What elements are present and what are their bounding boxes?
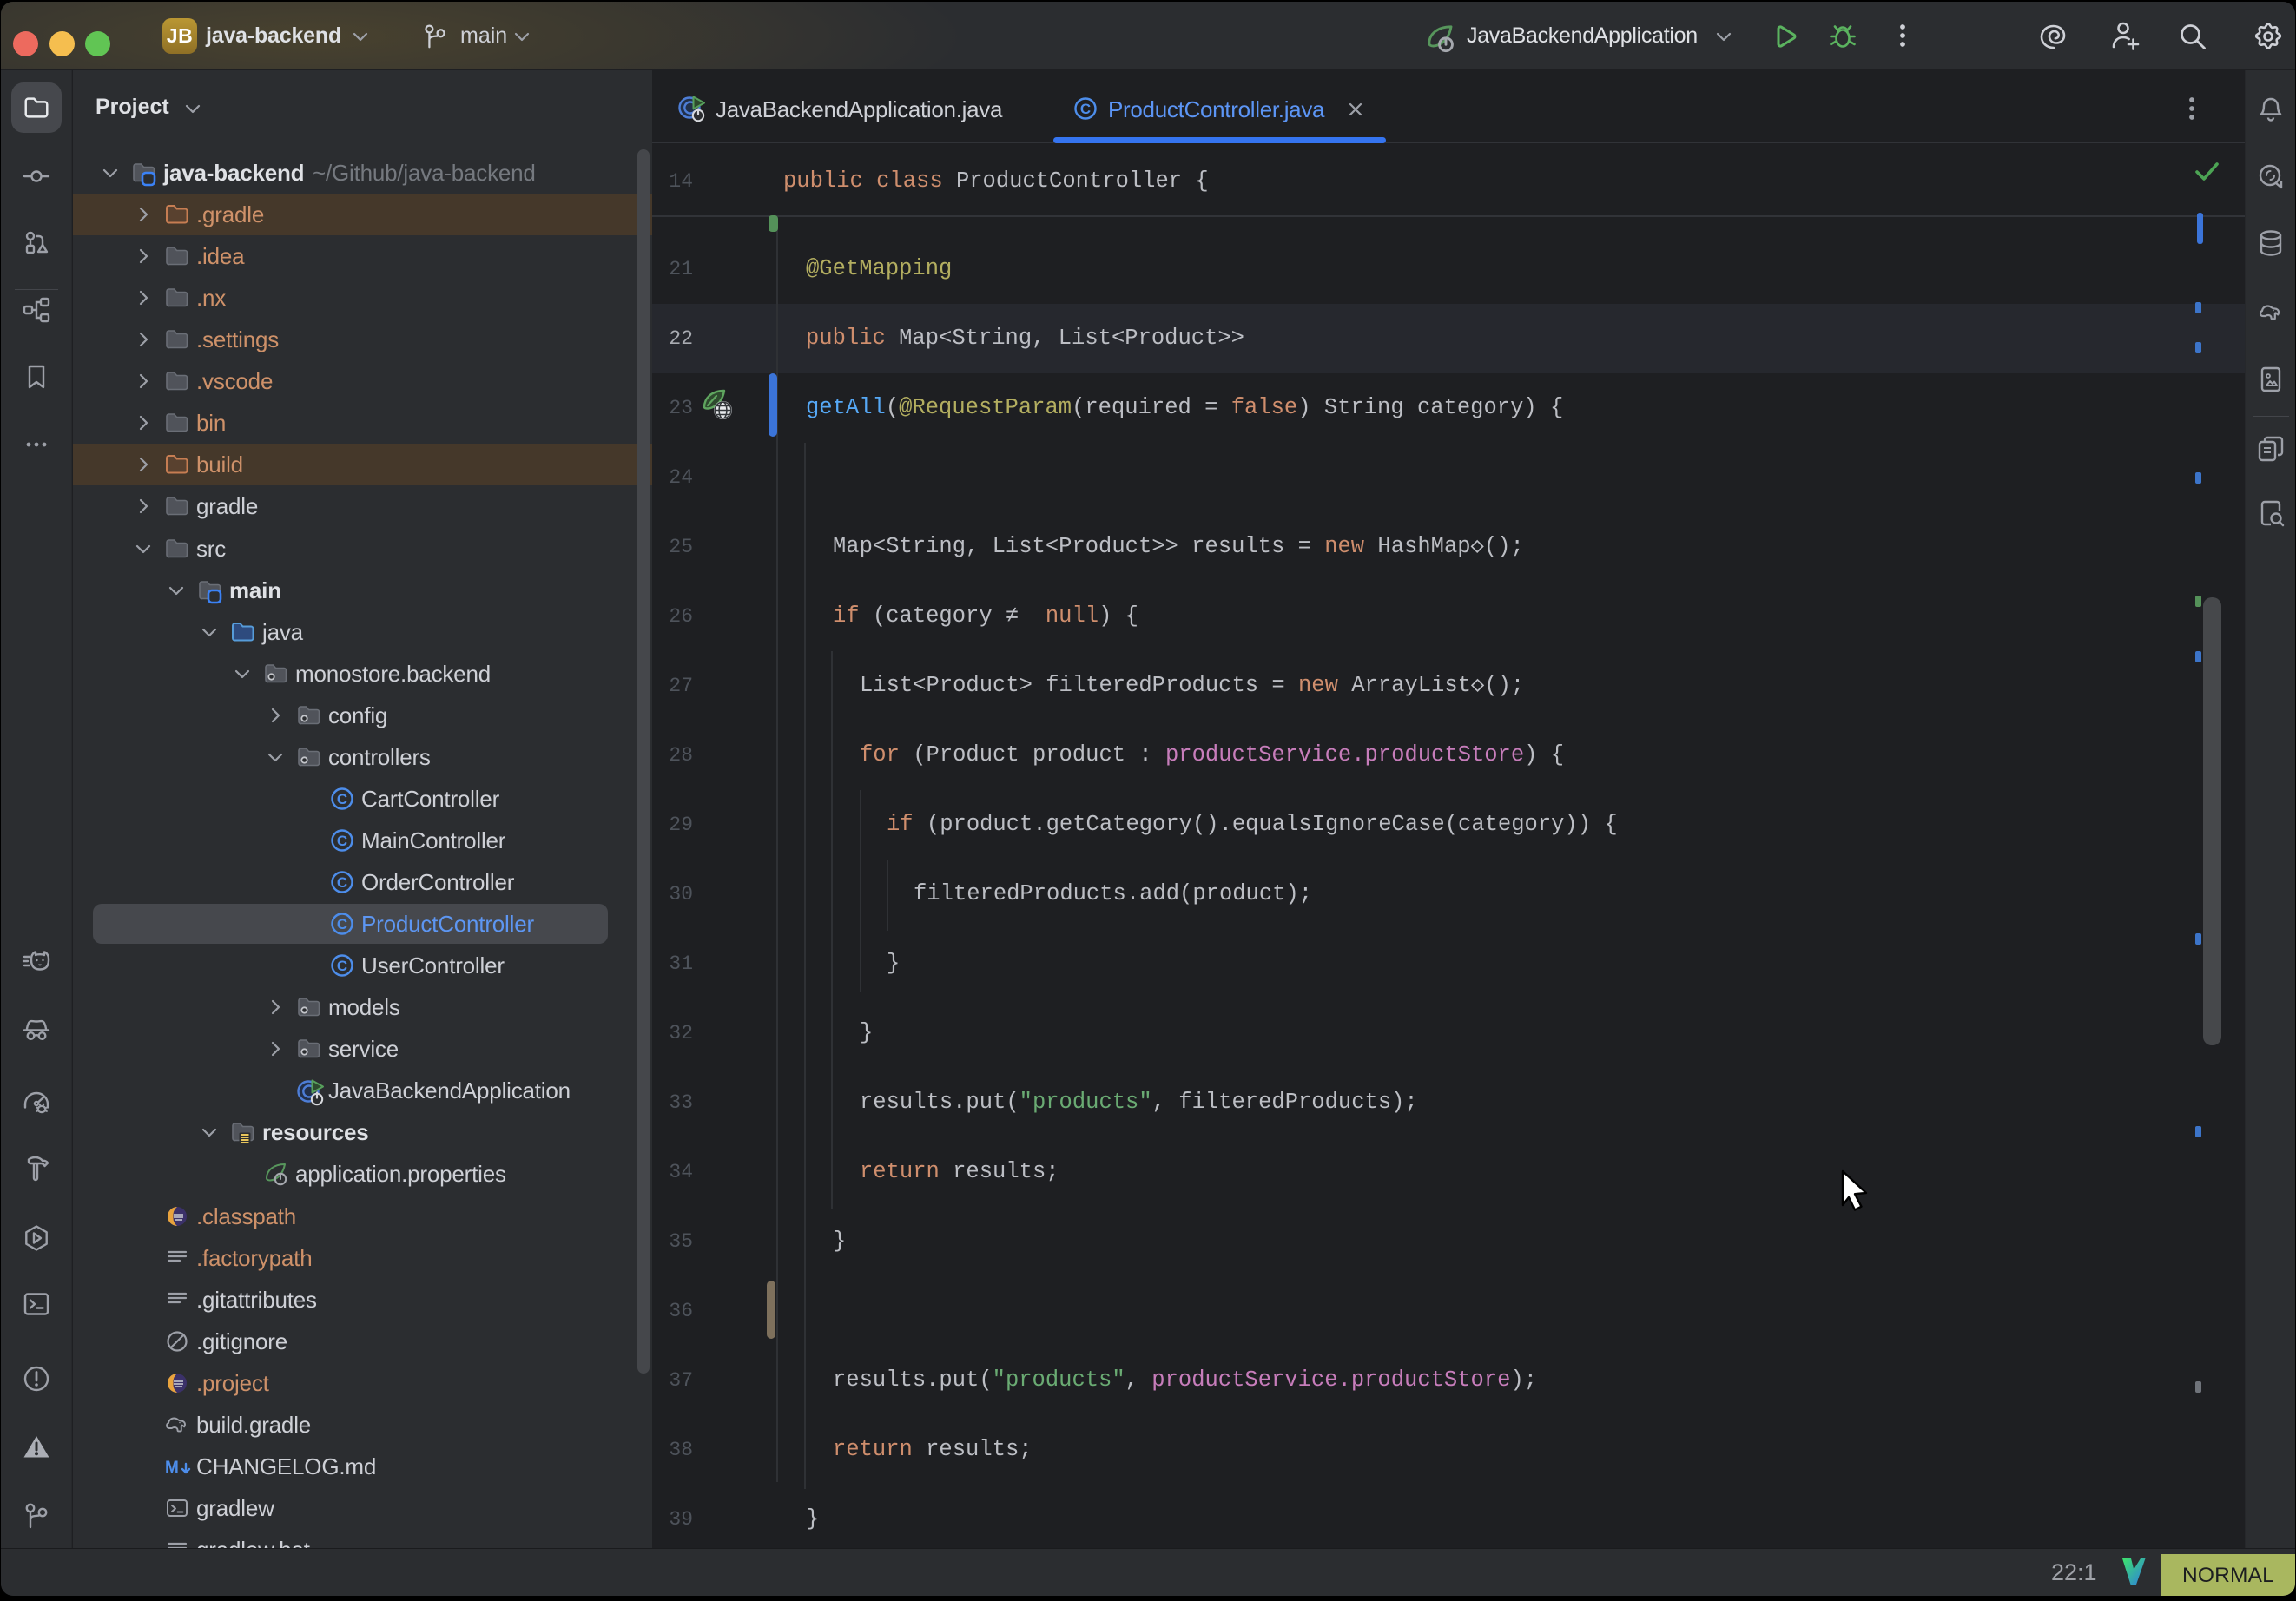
svg-text:C: C [337,874,347,891]
svg-text:C: C [337,833,347,849]
svg-text:C: C [1080,101,1091,117]
svg-text:C: C [337,958,347,974]
svg-text:M: M [165,1459,179,1477]
svg-text:C: C [337,916,347,932]
svg-text:C: C [337,791,347,807]
